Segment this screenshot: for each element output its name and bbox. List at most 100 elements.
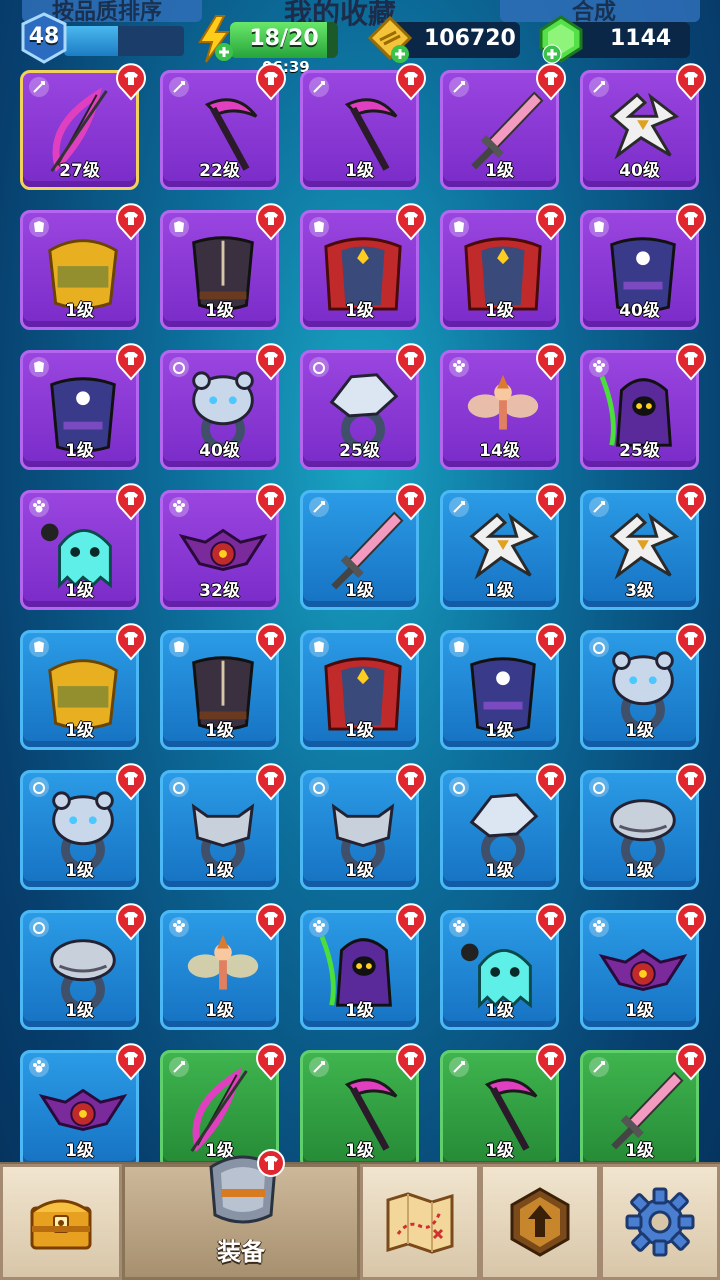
equip-shirt-pin-icon xyxy=(256,343,286,381)
equip-shirt-pin-icon xyxy=(116,483,146,521)
nav-chest-button[interactable] xyxy=(0,1164,122,1280)
coin-plus-icon[interactable] xyxy=(366,14,414,64)
equipment-card[interactable]: 14级 xyxy=(440,343,566,470)
item-level: 1级 xyxy=(205,301,234,321)
item-level: 1级 xyxy=(345,861,374,881)
equipment-card[interactable]: 27级 xyxy=(20,63,146,190)
item-level: 1级 xyxy=(65,581,94,601)
nav-settings-button[interactable] xyxy=(600,1164,720,1280)
equipment-card[interactable]: 1级 xyxy=(20,343,146,470)
gem-plus-icon[interactable] xyxy=(536,14,586,64)
equip-shirt-pin-icon xyxy=(256,1043,286,1081)
upgrade-arrow-icon xyxy=(510,1187,570,1257)
equipment-card[interactable]: 1级 xyxy=(580,1043,706,1170)
equip-shirt-pin-icon xyxy=(536,1043,566,1081)
item-level: 40级 xyxy=(199,441,240,461)
equipment-card[interactable]: 1级 xyxy=(580,623,706,750)
equipment-card[interactable]: 3级 xyxy=(580,483,706,610)
equipment-card[interactable]: 1级 xyxy=(300,63,426,190)
equipment-card[interactable]: 40级 xyxy=(160,343,286,470)
equip-shirt-pin-icon xyxy=(676,623,706,661)
equip-shirt-pin-icon xyxy=(116,1043,146,1081)
equip-shirt-pin-icon xyxy=(676,343,706,381)
item-level: 25级 xyxy=(339,441,380,461)
player-level-badge[interactable]: 48 xyxy=(18,12,70,64)
equip-shirt-pin-icon xyxy=(256,623,286,661)
equipment-card[interactable]: 1级 xyxy=(440,203,566,330)
equip-shirt-pin-icon xyxy=(536,763,566,801)
item-level: 1级 xyxy=(485,301,514,321)
equipment-card[interactable]: 25级 xyxy=(300,343,426,470)
equipment-card[interactable]: 1级 xyxy=(300,903,426,1030)
item-level: 1级 xyxy=(625,861,654,881)
map-icon xyxy=(386,1192,454,1254)
item-level: 1级 xyxy=(345,581,374,601)
equipment-card[interactable]: 1级 xyxy=(580,763,706,890)
equipment-card[interactable]: 1级 xyxy=(20,483,146,610)
equip-shirt-pin-icon xyxy=(536,483,566,521)
equip-shirt-pin-icon xyxy=(676,203,706,241)
equipment-card[interactable]: 1级 xyxy=(440,1043,566,1170)
equip-shirt-pin-icon xyxy=(116,903,146,941)
equipment-card[interactable]: 25级 xyxy=(580,343,706,470)
equipment-card[interactable]: 1级 xyxy=(20,763,146,890)
player-level: 48 xyxy=(28,24,60,49)
equip-shirt-pin-icon xyxy=(676,763,706,801)
equipment-card[interactable]: 1级 xyxy=(300,203,426,330)
equip-shirt-pin-icon xyxy=(396,623,426,661)
nav-map-button[interactable] xyxy=(360,1164,480,1280)
chest-icon xyxy=(30,1199,92,1250)
item-level: 1级 xyxy=(65,441,94,461)
equipment-card[interactable]: 1级 xyxy=(160,623,286,750)
item-level: 25级 xyxy=(619,441,660,461)
item-level: 1级 xyxy=(205,1001,234,1021)
item-level: 1级 xyxy=(205,861,234,881)
equip-shirt-pin-icon xyxy=(396,343,426,381)
equipment-card[interactable]: 32级 xyxy=(160,483,286,610)
equipment-card[interactable]: 1级 xyxy=(160,203,286,330)
item-level: 1级 xyxy=(65,301,94,321)
equip-shirt-pin-icon xyxy=(116,203,146,241)
equipment-card[interactable]: 1级 xyxy=(20,1043,146,1170)
equipment-card[interactable]: 1级 xyxy=(580,903,706,1030)
equipment-card[interactable]: 1级 xyxy=(160,763,286,890)
merge-tab[interactable]: 合成 xyxy=(500,0,700,25)
equip-shirt-pin-icon xyxy=(256,763,286,801)
equipment-card[interactable]: 40级 xyxy=(580,63,706,190)
item-level: 22级 xyxy=(199,161,240,181)
equipment-card[interactable]: 1级 xyxy=(20,903,146,1030)
item-level: 1级 xyxy=(345,301,374,321)
item-level: 1级 xyxy=(345,1141,374,1161)
bottom-nav: 装备 xyxy=(0,1149,720,1280)
equipment-card[interactable]: 1级 xyxy=(440,63,566,190)
item-level: 1级 xyxy=(485,1141,514,1161)
equip-shirt-pin-icon xyxy=(536,623,566,661)
equip-shirt-pin-icon xyxy=(396,763,426,801)
equipment-card[interactable]: 1级 xyxy=(300,623,426,750)
equip-shirt-pin-icon xyxy=(396,63,426,101)
equip-shirt-pin-icon xyxy=(396,903,426,941)
equipment-card[interactable]: 1级 xyxy=(300,1043,426,1170)
item-level: 1级 xyxy=(625,721,654,741)
nav-upgrade-button[interactable] xyxy=(480,1164,600,1280)
equipment-card[interactable]: 1级 xyxy=(20,623,146,750)
equipment-card[interactable]: 1级 xyxy=(160,903,286,1030)
equipment-card[interactable]: 40级 xyxy=(580,203,706,330)
equipment-card[interactable]: 1级 xyxy=(440,483,566,610)
equipment-card[interactable]: 1级 xyxy=(440,623,566,750)
equipment-card[interactable]: 1级 xyxy=(440,903,566,1030)
top-bar: 按品质排序 我的收藏 合成 48 18/20 06:39 106720 1144 xyxy=(0,0,720,76)
item-level: 1级 xyxy=(65,721,94,741)
lightning-plus-icon[interactable] xyxy=(194,14,238,64)
equip-shirt-pin-icon xyxy=(676,63,706,101)
equipment-card[interactable]: 22级 xyxy=(160,63,286,190)
equip-shirt-pin-icon xyxy=(116,63,146,101)
nav-equipment-button[interactable]: 装备 xyxy=(122,1149,360,1280)
energy-bar[interactable]: 18/20 xyxy=(230,22,338,58)
equipment-card[interactable]: 1级 xyxy=(300,483,426,610)
equip-shirt-pin-icon xyxy=(116,343,146,381)
armor-icon xyxy=(209,1149,285,1224)
equipment-card[interactable]: 1级 xyxy=(20,203,146,330)
equipment-card[interactable]: 1级 xyxy=(440,763,566,890)
equipment-card[interactable]: 1级 xyxy=(300,763,426,890)
